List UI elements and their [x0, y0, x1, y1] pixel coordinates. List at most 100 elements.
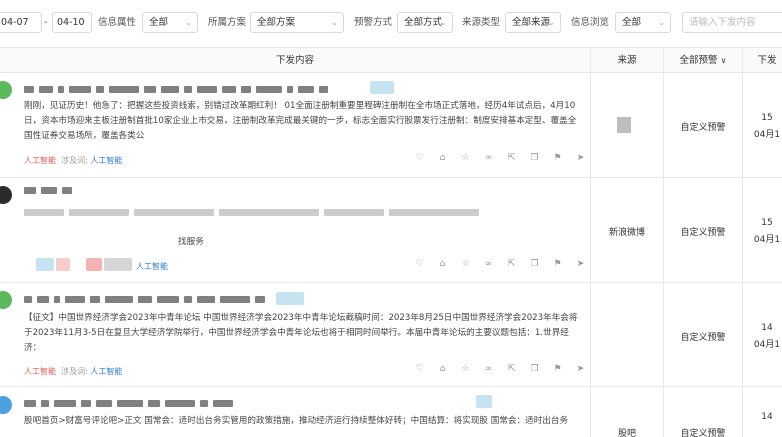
- source-logo: [617, 117, 631, 133]
- bookmark-icon[interactable]: ⚑: [552, 153, 563, 163]
- time-hour: 15: [761, 113, 773, 123]
- warn-method-label: 预警方式: [354, 17, 393, 28]
- keyword-highlight: [36, 258, 54, 271]
- warning-type: 自定义预警: [680, 123, 726, 133]
- avatar: [0, 396, 12, 414]
- keyword-highlight: [104, 258, 132, 271]
- info-attr-label: 信息属性: [98, 17, 137, 28]
- keyword-value: 人工智能: [90, 367, 123, 376]
- scheme-label: 所属方案: [208, 17, 247, 28]
- star-icon[interactable]: ☆: [460, 259, 471, 269]
- content-text[interactable]: 【征文】中国世界经济学会2023年中青年论坛 中国世界经济学会2023年中青年论…: [24, 311, 580, 356]
- link-icon[interactable]: ∞: [483, 259, 494, 269]
- table-row[interactable]: 【征文】中国世界经济学会2023年中青年论坛 中国世界经济学会2023年中青年论…: [0, 283, 782, 387]
- keyword-highlight: [276, 292, 304, 305]
- source-name: 新浪微博: [608, 228, 645, 238]
- time-date: 04月1: [753, 235, 781, 245]
- source-name: 股吧: [617, 429, 636, 437]
- warning-type: 自定义预警: [680, 228, 726, 238]
- content-text[interactable]: 股吧首页>财富号评论吧>正文 国常会：适时出台务实管用的政策措施，推动经济运行持…: [24, 414, 580, 429]
- avatar: [0, 291, 12, 309]
- bookmark-icon[interactable]: ⚑: [552, 364, 563, 374]
- send-icon[interactable]: ➤: [575, 364, 586, 374]
- bookmark-icon[interactable]: ⚑: [552, 259, 563, 269]
- warning-type: 自定义预警: [680, 333, 726, 343]
- content-text[interactable]: 刚刚，见证历史！他急了：把握这些投资线索，别错过改革期红利！ 01全面注册制重要…: [24, 99, 580, 144]
- keyword-label: 涉及词:: [61, 156, 88, 165]
- source-type-label: 来源类型: [462, 17, 501, 28]
- send-icon[interactable]: ➤: [575, 259, 586, 269]
- keyword-label: 涉及词:: [61, 367, 88, 376]
- scheme-select[interactable]: 全部方案 ⌄: [250, 12, 344, 33]
- tag-list: 人工智能 涉及词: 人工智能: [24, 155, 122, 166]
- row-actions: ♡ ⌂ ☆ ∞ ⇱ ❐ ⚑ ➤: [414, 259, 586, 269]
- row-actions: ♡ ⌂ ☆ ∞ ⇱ ❐ ⚑ ➤: [414, 364, 586, 374]
- copy-icon[interactable]: ❐: [529, 259, 540, 269]
- keyword-highlight: [86, 258, 102, 271]
- send-icon[interactable]: ➤: [575, 153, 586, 163]
- time-hour: 15: [761, 218, 773, 228]
- avatar: [0, 81, 12, 99]
- blurred-title: [24, 85, 328, 94]
- tag-label: 人工智能: [24, 156, 56, 165]
- heart-icon[interactable]: ♡: [414, 259, 425, 269]
- filter-bar: 04-07 - 04-10 信息属性 全部 ⌄ 所属方案 全部方案 ⌄ 预警方式 全…: [0, 0, 782, 46]
- tag-icon[interactable]: ⌂: [437, 259, 448, 269]
- tag-icon[interactable]: ⌂: [437, 153, 448, 163]
- chevron-down-icon: ⌄: [440, 18, 447, 27]
- time-hour: 14: [761, 412, 773, 422]
- source-type-select[interactable]: 全部来源 ⌄: [505, 12, 561, 33]
- date-separator: -: [44, 17, 48, 28]
- table-row[interactable]: 刚刚，见证历史！他急了：把握这些投资线索，别错过改革期红利！ 01全面注册制重要…: [0, 73, 782, 178]
- keyword-value: 人工智能: [90, 156, 123, 165]
- tag-list: 人工智能: [136, 261, 168, 272]
- table-row[interactable]: 找服务 人工智能 ♡ ⌂ ☆ ∞ ⇱ ❐ ⚑ ➤ 新浪微博 自定义预警 15 04月1: [0, 178, 782, 283]
- blurred-title: [24, 295, 265, 304]
- tag-list: 人工智能 涉及词: 人工智能: [24, 366, 122, 377]
- share-icon[interactable]: ⇱: [506, 153, 517, 163]
- avatar: [0, 186, 12, 204]
- time-date: 04月1: [753, 340, 781, 350]
- browse-select[interactable]: 全部 ⌄: [615, 12, 671, 33]
- link-icon[interactable]: ∞: [483, 153, 494, 163]
- warn-method-select[interactable]: 全部方式 ⌄: [397, 12, 453, 33]
- date-start-input[interactable]: 04-07: [0, 12, 42, 33]
- link-icon[interactable]: ∞: [483, 364, 494, 374]
- keyword-highlight: [476, 395, 492, 408]
- star-icon[interactable]: ☆: [460, 153, 471, 163]
- col-header-content: 下发内容: [275, 55, 314, 66]
- time-hour: 14: [761, 323, 773, 333]
- col-header-warning[interactable]: 全部预警 ∨: [664, 48, 742, 73]
- heart-icon[interactable]: ♡: [414, 364, 425, 374]
- chevron-down-icon: ⌄: [185, 18, 192, 27]
- blurred-title: [24, 186, 72, 195]
- table-header: 下发内容 来源 全部预警 ∨ 下发: [0, 47, 782, 73]
- row-actions: ♡ ⌂ ☆ ∞ ⇱ ❐ ⚑ ➤: [414, 153, 586, 163]
- chevron-down-icon: ⌄: [331, 18, 338, 27]
- blurred-title: [24, 399, 233, 408]
- keyword-highlight: [56, 258, 70, 271]
- date-end-input[interactable]: 04-10: [52, 12, 92, 33]
- star-icon[interactable]: ☆: [460, 364, 471, 374]
- keyword-highlight: [370, 81, 394, 94]
- share-icon[interactable]: ⇱: [506, 364, 517, 374]
- info-attr-select[interactable]: 全部 ⌄: [142, 12, 198, 33]
- keyword-value: 人工智能: [136, 262, 168, 271]
- time-date: 04月1: [753, 130, 781, 140]
- heart-icon[interactable]: ♡: [414, 153, 425, 163]
- browse-label: 信息浏览: [571, 17, 610, 28]
- tag-label: 人工智能: [24, 367, 56, 376]
- chevron-down-icon: ⌄: [658, 18, 665, 27]
- copy-icon[interactable]: ❐: [529, 153, 540, 163]
- warning-type: 自定义预警: [680, 429, 726, 437]
- blurred-text: [24, 208, 479, 217]
- col-header-source: 来源: [617, 55, 637, 66]
- chevron-down-icon: ⌄: [548, 18, 555, 27]
- search-input[interactable]: 请输入下发内容: [682, 12, 782, 33]
- table-row[interactable]: 股吧首页>财富号评论吧>正文 国常会：适时出台务实管用的政策措施，推动经济运行持…: [0, 388, 782, 437]
- chevron-down-icon: ∨: [720, 56, 727, 65]
- content-text[interactable]: 找服务: [178, 235, 238, 250]
- copy-icon[interactable]: ❐: [529, 364, 540, 374]
- tag-icon[interactable]: ⌂: [437, 364, 448, 374]
- share-icon[interactable]: ⇱: [506, 259, 517, 269]
